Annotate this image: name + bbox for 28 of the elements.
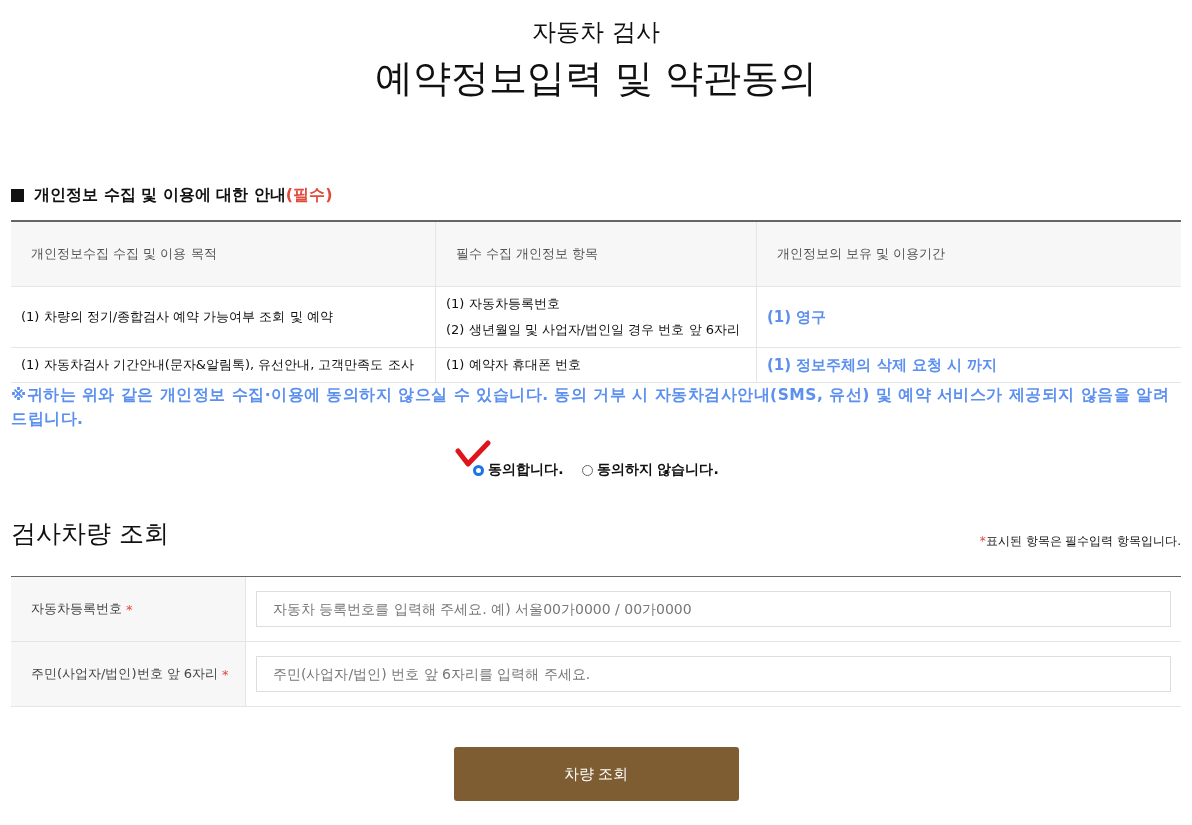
table-cell-line: (1) 예약자 휴대폰 번호 xyxy=(446,356,582,374)
radio-label[interactable]: 동의합니다. xyxy=(488,461,564,479)
required-note: 표시된 항목은 필수입력 항목입니다. xyxy=(985,534,1181,548)
section-heading: 개인정보 수집 및 이용에 대한 안내 xyxy=(34,184,286,206)
section-title: 검사차량 조회 xyxy=(11,518,169,550)
required-mark: * xyxy=(126,601,133,617)
radio-button[interactable] xyxy=(581,464,593,476)
input-field[interactable]: 주민(사업자/법인) 번호 앞 6자리를 입력해 주세요. xyxy=(256,656,1171,692)
radio-label[interactable]: 동의하지 않습니다. xyxy=(596,461,719,479)
table-cell: (1) 차량의 정기/종합검사 예약 가능여부 조회 및 예약 xyxy=(11,286,436,348)
table-cell-line: (1) 자동차등록번호 xyxy=(446,295,561,313)
column-header: 개인정보의 보유 및 이용기간 xyxy=(756,221,1181,287)
square-icon xyxy=(11,188,24,202)
required-mark: * xyxy=(222,666,229,682)
field-label: 주민(사업자/법인)번호 앞 6자리 xyxy=(31,665,219,683)
page-subtitle: 자동차 검사 xyxy=(531,17,661,48)
field-label: 자동차등록번호 xyxy=(31,600,122,618)
radio-button[interactable] xyxy=(473,464,485,476)
search-button[interactable]: 차량 조회 xyxy=(453,747,739,801)
table-cell: (1) 자동차검사 기간안내(문자&알림톡), 유선안내, 고객만족도 조사 xyxy=(11,347,436,383)
consent-notice: ※귀하는 위와 같은 개인정보 수집·이용에 동의하지 않으실 수 있습니다. 동의 거부 시 자동차검사안내(SMS, 유선) 및 예약 서비스가 제공되지 않음을 알려드립니다. xyxy=(11,385,1171,430)
required-mark: * xyxy=(979,534,986,548)
column-header: 개인정보수집 수집 및 이용 목적 xyxy=(11,221,436,287)
table-cell-line: (2) 생년월일 및 사업자/법인일 경우 번호 앞 6자리 xyxy=(446,321,741,339)
page-title: 예약정보입력 및 약관동의 xyxy=(373,55,819,102)
column-header: 필수 수집 개인정보 항목 xyxy=(435,221,757,287)
required-tag: (필수) xyxy=(285,184,333,206)
input-field[interactable]: 자동차 등록번호를 입력해 주세요. 예) 서울00가0000 / 00가0000 xyxy=(256,591,1171,627)
